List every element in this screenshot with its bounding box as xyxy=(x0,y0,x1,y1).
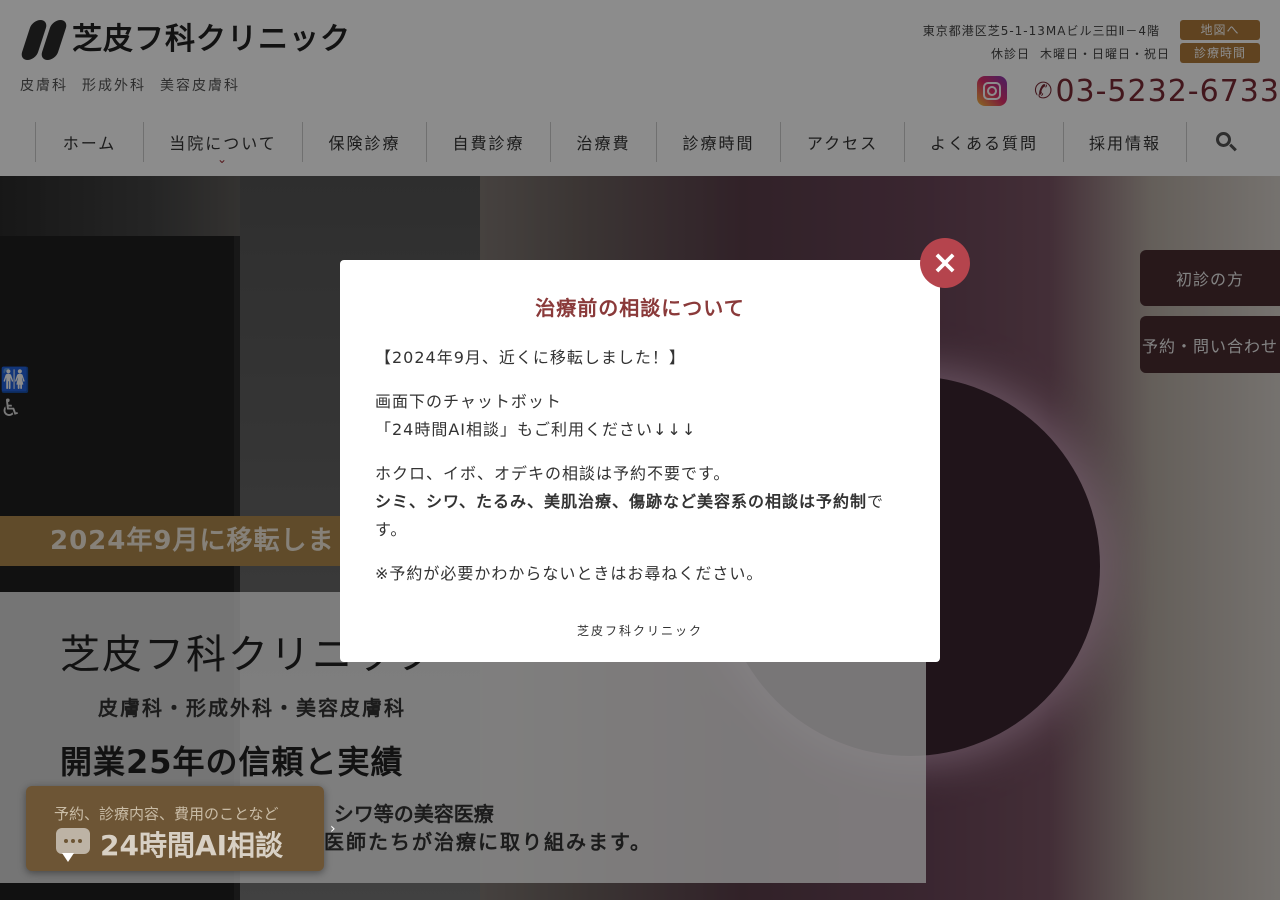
modal-emphasis: シミ、シワ、たるみ、美肌治療、傷跡など美容系の相談は予約制 xyxy=(375,492,868,511)
modal-paragraph: ホクロ、イボ、オデキの相談は予約不要です。シミ、シワ、たるみ、美肌治療、傷跡など… xyxy=(375,460,905,544)
modal-text: 画面下のチャットボット xyxy=(375,392,562,411)
modal-body: 【2024年9月、近くに移転しました！】 画面下のチャットボット「24時間AI相… xyxy=(375,344,905,604)
close-icon[interactable]: × xyxy=(920,238,970,288)
ai-chat-subtitle: 予約、診療内容、費用のことなど xyxy=(54,805,279,823)
modal-paragraph: ※予約が必要かわからないときはお尋ねください。 xyxy=(375,564,764,583)
chat-bubble-icon xyxy=(56,828,90,862)
modal-text: 「24時間AI相談」もご利用ください↓↓↓ xyxy=(375,420,697,439)
chevron-right-icon: › xyxy=(330,821,336,837)
modal-paragraph: 【2024年9月、近くに移転しました！】 xyxy=(375,348,686,367)
modal-title: 治療前の相談について xyxy=(535,296,745,320)
ai-chat-label: 24時間AI相談 xyxy=(100,829,284,862)
ai-chat-button[interactable]: 予約、診療内容、費用のことなど 24時間AI相談 › xyxy=(26,786,336,871)
modal-text: ホクロ、イボ、オデキの相談は予約不要です。 xyxy=(375,464,731,483)
modal-footer: 芝皮フ科クリニック xyxy=(576,624,703,638)
modal-paragraph: 画面下のチャットボット「24時間AI相談」もご利用ください↓↓↓ xyxy=(375,388,905,444)
consultation-modal: 治療前の相談について 【2024年9月、近くに移転しました！】 画面下のチャット… xyxy=(340,260,940,662)
